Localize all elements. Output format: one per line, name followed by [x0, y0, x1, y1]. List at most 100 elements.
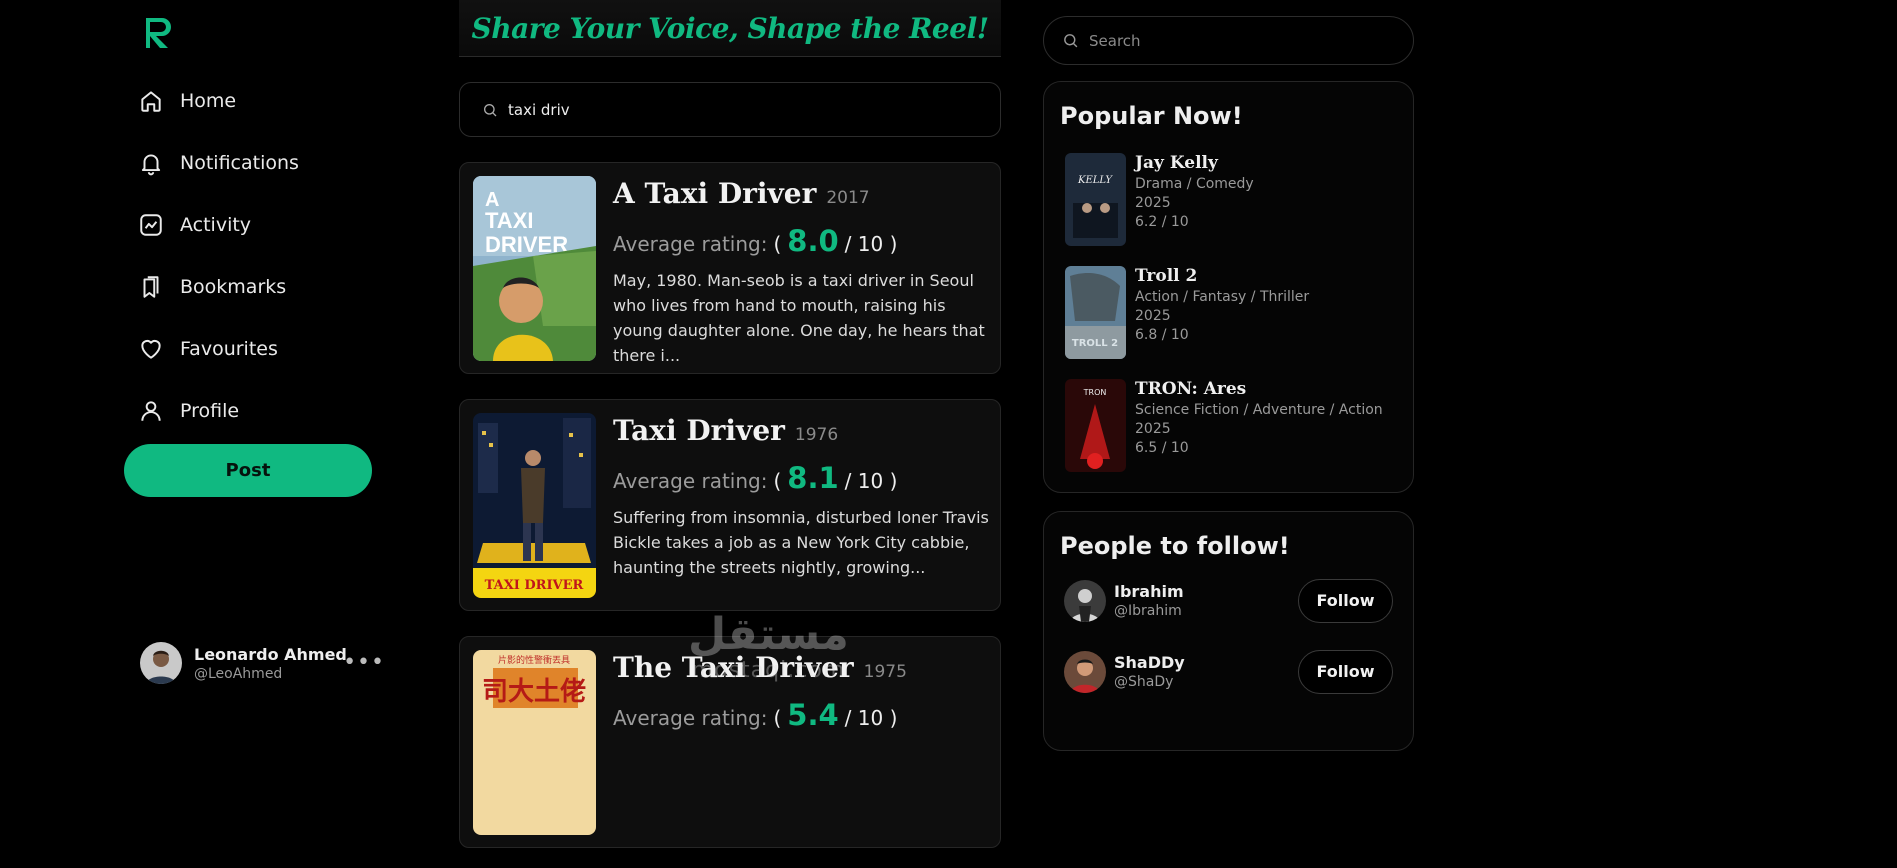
home-icon [141, 91, 161, 112]
nav-item-activity[interactable]: Activity [138, 194, 299, 256]
follow-handle: @Ibrahim [1114, 603, 1182, 619]
rating-max: / 10 ) [844, 469, 898, 493]
movie-poster: 片影的性警衝丟具 司大土佬 [473, 650, 596, 835]
svg-text:TRON: TRON [1083, 388, 1107, 397]
popular-poster: TRON [1065, 379, 1126, 472]
rating-max: / 10 ) [844, 232, 898, 256]
bookmarks-icon [143, 276, 159, 298]
movie-rating: Average rating: ( 5.4 / 10 ) [613, 698, 990, 732]
rating-label: Average rating: [613, 706, 768, 730]
rating-label: Average rating: [613, 469, 768, 493]
heart-icon [141, 339, 161, 359]
rating-open-paren: ( [773, 706, 782, 730]
svg-text:司大土佬: 司大土佬 [482, 677, 586, 707]
popular-item-genres: Science Fiction / Adventure / Action [1135, 402, 1383, 418]
svg-text:片影的性警衝丟具: 片影的性警衝丟具 [498, 654, 570, 666]
popular-item[interactable]: KELLY Jay Kelly Drama / Comedy 2025 6.2 … [1065, 153, 1254, 246]
global-search-input[interactable] [1089, 31, 1389, 50]
nav-label-activity: Activity [180, 214, 252, 236]
movie-result-card[interactable]: TAXI DRIVER Taxi Driver 1976 Average rat… [459, 399, 1001, 611]
follow-name[interactable]: ShaDDy [1114, 653, 1298, 672]
follow-button[interactable]: Follow [1298, 649, 1393, 694]
movie-result-card[interactable]: 片影的性警衝丟具 司大土佬 The Taxi Driver 1975 Avera… [459, 636, 1001, 848]
nav-label-favourites: Favourites [180, 338, 278, 360]
user-icon [141, 401, 161, 421]
movie-title: Taxi Driver [613, 414, 785, 447]
popular-item[interactable]: TRON TRON: Ares Science Fiction / Advent… [1065, 379, 1383, 472]
nav-item-favourites[interactable]: Favourites [138, 318, 299, 380]
movie-search-input[interactable] [508, 100, 968, 119]
nav-label-notifications: Notifications [180, 152, 299, 174]
nav-label-bookmarks: Bookmarks [180, 276, 287, 298]
movie-poster: A TAXI DRIVER [473, 176, 596, 361]
nav-item-profile[interactable]: Profile [138, 380, 299, 442]
follow-button[interactable]: Follow [1298, 578, 1393, 623]
movie-year: 2017 [826, 188, 870, 208]
movie-year: 1975 [863, 662, 907, 682]
global-search-bar[interactable] [1043, 16, 1414, 65]
main-nav: Home Notifications Activity Bookmarks Fa… [138, 70, 299, 442]
movie-search-bar[interactable] [459, 82, 1001, 137]
movie-title: A Taxi Driver [613, 177, 817, 210]
follow-title: People to follow! [1060, 532, 1290, 560]
nav-label-home: Home [180, 90, 237, 112]
svg-text:KELLY: KELLY [1077, 175, 1113, 186]
rating-value: 5.4 [787, 698, 839, 732]
app-logo[interactable] [142, 14, 176, 50]
popular-poster: TROLL 2 [1065, 266, 1126, 359]
rating-max: / 10 ) [844, 706, 898, 730]
follow-handle: @ShaDy [1114, 674, 1174, 690]
search-icon [1064, 34, 1078, 48]
follow-avatar[interactable] [1064, 650, 1106, 693]
popular-item-title: Troll 2 [1135, 266, 1198, 286]
popular-item-genres: Drama / Comedy [1135, 176, 1254, 192]
popular-item-genres: Action / Fantasy / Thriller [1135, 289, 1310, 305]
movie-rating: Average rating: ( 8.0 / 10 ) [613, 224, 990, 258]
rating-open-paren: ( [773, 469, 782, 493]
movie-rating: Average rating: ( 8.1 / 10 ) [613, 461, 990, 495]
popular-item[interactable]: TROLL 2 Troll 2 Action / Fantasy / Thril… [1065, 266, 1309, 359]
current-user-card[interactable]: Leonardo Ahmed @LeoAhmed ••• [140, 642, 385, 684]
nav-label-profile: Profile [180, 400, 240, 422]
user-handle: @LeoAhmed [194, 665, 283, 682]
popular-item-year: 2025 [1135, 308, 1171, 324]
follow-name[interactable]: Ibrahim [1114, 582, 1298, 601]
popular-poster: KELLY [1065, 153, 1126, 246]
nav-item-bookmarks[interactable]: Bookmarks [138, 256, 299, 318]
bell-icon [141, 154, 161, 176]
page-banner: Share Your Voice, Shape the Reel! [459, 0, 1001, 57]
rating-value: 8.1 [787, 461, 839, 495]
movie-title: The Taxi Driver [613, 651, 854, 684]
user-avatar [140, 642, 182, 684]
popular-item-title: TRON: Ares [1135, 379, 1247, 399]
nav-item-home[interactable]: Home [138, 70, 299, 132]
rating-value: 8.0 [787, 224, 839, 258]
activity-icon [140, 214, 162, 236]
popular-item-rating: 6.5 / 10 [1135, 440, 1189, 456]
rating-label: Average rating: [613, 232, 768, 256]
follow-suggestion: Ibrahim @Ibrahim Follow [1064, 578, 1393, 623]
svg-text:TROLL 2: TROLL 2 [1072, 338, 1118, 349]
popular-now-panel: Popular Now! KELLY Jay Kelly Drama / Com… [1043, 81, 1414, 493]
popular-item-rating: 6.2 / 10 [1135, 214, 1189, 230]
popular-item-title: Jay Kelly [1135, 153, 1218, 173]
people-to-follow-panel: People to follow! Ibrahim @Ibrahim Follo… [1043, 511, 1414, 751]
follow-avatar[interactable] [1064, 579, 1106, 622]
movie-year: 1976 [794, 425, 839, 445]
rating-open-paren: ( [773, 232, 782, 256]
user-name: Leonardo Ahmed [194, 644, 347, 664]
follow-suggestion: ShaDDy @ShaDy Follow [1064, 649, 1393, 694]
popular-title: Popular Now! [1060, 102, 1243, 130]
movie-description: Suffering from insomnia, disturbed loner… [613, 508, 989, 577]
popular-item-rating: 6.8 / 10 [1135, 327, 1189, 343]
svg-text:TAXI: TAXI [485, 208, 533, 233]
popular-item-year: 2025 [1135, 195, 1171, 211]
movie-result-card[interactable]: A TAXI DRIVER A Taxi Driver 2017 Average… [459, 162, 1001, 374]
post-button[interactable]: Post [124, 444, 372, 497]
more-options-icon[interactable]: ••• [343, 650, 385, 675]
popular-item-year: 2025 [1135, 421, 1171, 437]
banner-text: Share Your Voice, Shape the Reel! [471, 11, 990, 45]
nav-item-notifications[interactable]: Notifications [138, 132, 299, 194]
search-icon [484, 103, 497, 116]
movie-poster: TAXI DRIVER [473, 413, 596, 598]
